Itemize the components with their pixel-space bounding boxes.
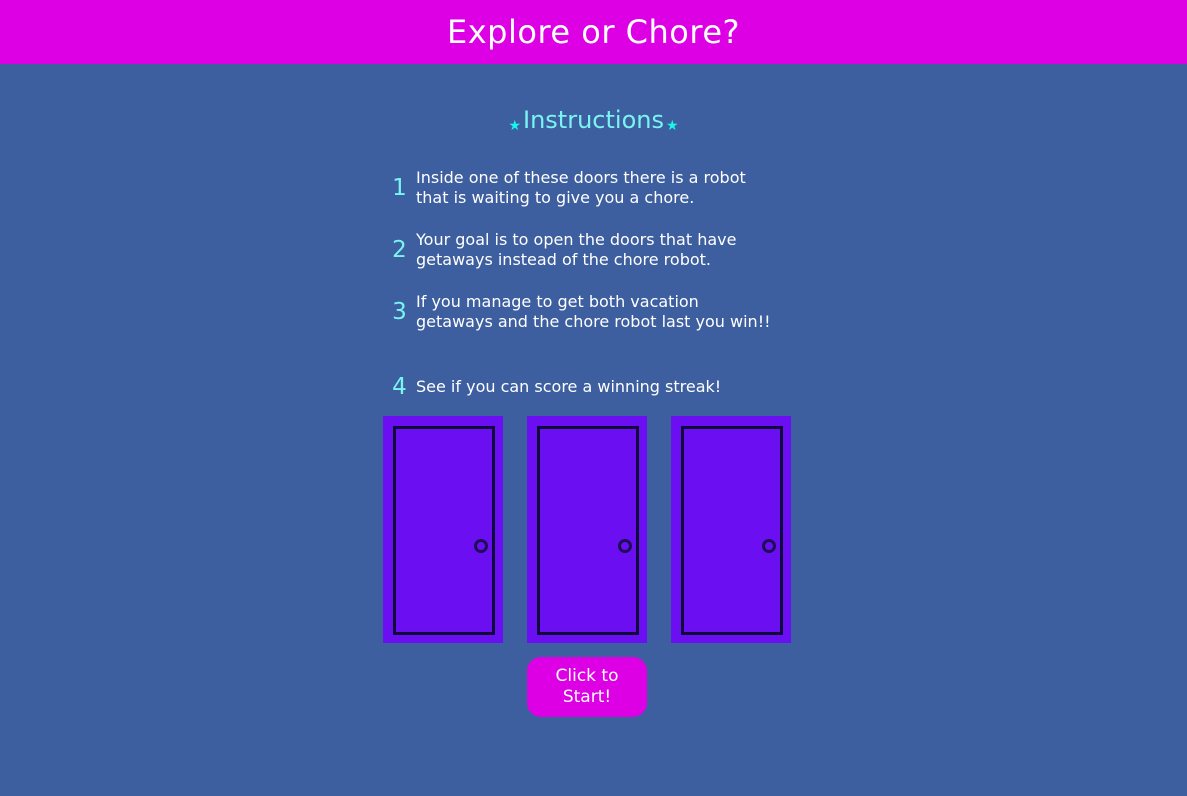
step-text: Your goal is to open the doors that have… [416, 230, 737, 269]
step-number: 4 [392, 374, 407, 400]
door-1[interactable] [383, 416, 503, 643]
step-text: If you manage to get both vacation getaw… [416, 292, 771, 331]
start-button[interactable]: Click to Start! [527, 657, 647, 717]
door-knob-icon [618, 539, 632, 553]
door-knob-icon [474, 539, 488, 553]
step-number: 1 [392, 175, 407, 201]
star-icon: ★ [665, 118, 679, 134]
step-text: See if you can score a winning streak! [416, 377, 722, 396]
instruction-step: 1 Inside one of these doors there is a r… [383, 168, 783, 208]
door-3[interactable] [671, 416, 791, 643]
start-button-label: Click to Start! [555, 666, 619, 707]
star-icon: ★ [508, 118, 522, 134]
step-number: 3 [392, 299, 407, 325]
instruction-step: 4 See if you can score a winning streak! [383, 374, 783, 400]
door-icon [537, 426, 639, 635]
instructions-heading: ★Instructions ★ [0, 104, 1187, 142]
door-icon [681, 426, 783, 635]
title-bar: Explore or Chore? [0, 0, 1187, 64]
instructions-heading-label: Instructions [523, 106, 664, 134]
door-2[interactable] [527, 416, 647, 643]
page-title: Explore or Chore? [447, 13, 740, 51]
door-icon [393, 426, 495, 635]
door-knob-icon [762, 539, 776, 553]
instruction-step: 3 If you manage to get both vacation get… [383, 292, 783, 332]
instruction-step: 2 Your goal is to open the doors that ha… [383, 230, 783, 270]
step-text: Inside one of these doors there is a rob… [416, 168, 746, 207]
step-number: 2 [392, 237, 407, 263]
